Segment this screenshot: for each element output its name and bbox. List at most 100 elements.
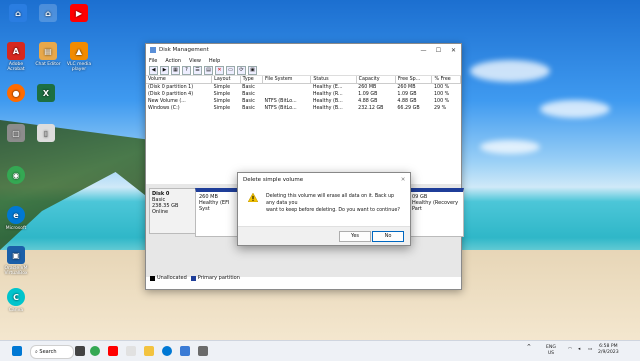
- properties-icon[interactable]: ▤: [204, 65, 213, 75]
- partition-status: Healthy (Recovery Part: [412, 200, 459, 212]
- cell: Basic: [242, 92, 255, 97]
- chrome-taskbar-icon[interactable]: [90, 346, 100, 356]
- start-icon[interactable]: [12, 346, 22, 356]
- desktop-icon-acrobat[interactable]: A Adobe Acrobat: [0, 42, 32, 72]
- cell: 100 %: [433, 85, 450, 90]
- firefox-icon: ●: [7, 84, 25, 102]
- table-row[interactable]: New Volume (... Simple Basic NTFS (BitLo...…: [146, 98, 461, 105]
- dialog-message-line-1: Deleting this volume will erase all data…: [266, 194, 395, 206]
- minimize-button[interactable]: —: [416, 47, 431, 54]
- menu-help[interactable]: Help: [209, 58, 220, 64]
- disk-management-icon: [150, 47, 156, 53]
- col-free[interactable]: Free Sp...: [395, 76, 433, 84]
- desktop-icon-chat-editor[interactable]: ▤ Chat Editor: [32, 42, 64, 67]
- legend: Unallocated Primary partition: [150, 275, 240, 281]
- col-status[interactable]: Status: [310, 76, 357, 84]
- disk-status: Online: [152, 209, 169, 215]
- acrobat-icon: A: [7, 42, 25, 60]
- dialog-close-icon[interactable]: ✕: [396, 177, 410, 183]
- cell: 66.29 GB: [397, 106, 420, 111]
- menu-action[interactable]: Action: [165, 58, 181, 64]
- folder-icon[interactable]: ▭: [226, 65, 235, 75]
- menu-file[interactable]: File: [149, 58, 157, 64]
- task-view-icon[interactable]: [75, 346, 85, 356]
- desktop-icon-firefox[interactable]: ●: [0, 84, 32, 104]
- cell: [263, 84, 311, 92]
- desktop-icons: ⌂ ⌂ ▶ A Adobe Acrobat ▤ Chat Editor ▲ VLC m…: [0, 0, 100, 340]
- yes-button[interactable]: Yes: [339, 231, 371, 242]
- delete-icon[interactable]: ✕: [215, 65, 224, 75]
- language-indicator[interactable]: ENG US: [546, 345, 556, 357]
- list-icon[interactable]: ☰: [193, 65, 202, 75]
- no-button[interactable]: No: [372, 231, 404, 242]
- desktop-icon-vlc[interactable]: ▲ VLC media player: [63, 42, 95, 72]
- cell: Simple: [213, 92, 231, 97]
- close-button[interactable]: ✕: [446, 47, 461, 54]
- col-type[interactable]: Type: [240, 76, 264, 84]
- cell: 29 %: [433, 106, 447, 111]
- cell: (Disk 0 partition 4): [148, 92, 194, 97]
- desktop-icon-canva[interactable]: C Canva: [0, 288, 32, 313]
- desktop-icon-edge[interactable]: e Microsoft: [0, 206, 32, 231]
- disk-icon[interactable]: ▣: [248, 65, 257, 75]
- edge-icon: e: [7, 206, 25, 224]
- chrome-icon: ◉: [7, 166, 25, 184]
- virtualbox-icon: ▣: [7, 246, 25, 264]
- legend-primary: Primary partition: [197, 275, 240, 281]
- desktop-icon-virtualbox[interactable]: ▣ Oracle VM VirtualBox: [0, 246, 32, 276]
- maximize-button[interactable]: ☐: [431, 47, 446, 54]
- app-taskbar-icon[interactable]: [126, 346, 136, 356]
- console-icon[interactable]: ▦: [171, 65, 180, 75]
- recycle-bin-icon: ⌂: [9, 4, 27, 22]
- dialog-footer: Yes No: [238, 226, 410, 245]
- home-icon: ⌂: [39, 4, 57, 22]
- cell: 1.09 GB: [358, 92, 378, 97]
- cell: Windows (C:): [148, 106, 180, 111]
- table-row[interactable]: Windows (C:) Simple Basic NTFS (BitLo... Hea…: [146, 105, 461, 112]
- youtube-icon: ▶: [70, 4, 88, 22]
- desktop-icon-recycle[interactable]: ⌂: [2, 4, 34, 24]
- col-volume[interactable]: Volume: [146, 76, 213, 84]
- col-percent-free[interactable]: % Free: [431, 76, 461, 84]
- clock[interactable]: 6:58 PM 2/9/2023: [598, 344, 619, 356]
- desktop-icon-youtube[interactable]: ▶: [63, 4, 95, 24]
- col-layout[interactable]: Layout: [211, 76, 241, 84]
- dialog-message: Deleting this volume will erase all data…: [266, 193, 402, 214]
- partition-recovery[interactable]: 09 GB Healthy (Recovery Part: [408, 188, 464, 237]
- edge-taskbar-icon[interactable]: [162, 346, 172, 356]
- taskbar-search[interactable]: ⌕ Search: [30, 345, 74, 359]
- file-explorer-icon[interactable]: [144, 346, 154, 356]
- desktop-icon-home[interactable]: ⌂: [32, 4, 64, 24]
- disk-management-taskbar-icon[interactable]: [198, 346, 208, 356]
- partition-efi[interactable]: 260 MB Healthy (EFI Syst: [195, 188, 243, 237]
- desktop-icon-app[interactable]: ▢: [0, 124, 32, 144]
- col-filesystem[interactable]: File System: [262, 76, 312, 84]
- window-titlebar[interactable]: Disk Management — ☐ ✕: [146, 44, 461, 56]
- forward-icon[interactable]: ▶: [160, 65, 169, 75]
- cell: 232.12 GB: [358, 106, 384, 111]
- battery-icon[interactable]: ▭: [588, 347, 592, 353]
- desktop-icon-chrome[interactable]: ◉: [0, 166, 32, 186]
- cell: 100 %: [433, 99, 450, 104]
- region-code: US: [547, 351, 555, 356]
- excel-icon: X: [37, 84, 55, 102]
- back-icon[interactable]: ◀: [149, 65, 158, 75]
- disk-0-label[interactable]: Disk 0 Basic 238.35 GB Online: [149, 188, 199, 234]
- menu-view[interactable]: View: [189, 58, 201, 64]
- desktop-icon-excel[interactable]: X: [30, 84, 62, 104]
- chevron-up-icon[interactable]: ⌃: [526, 344, 532, 351]
- rescan-icon[interactable]: ⟳: [237, 65, 246, 75]
- cell: (Disk 0 partition 1): [148, 85, 194, 90]
- cell: [263, 91, 311, 98]
- wifi-icon[interactable]: ◠: [568, 347, 572, 353]
- dialog-titlebar[interactable]: Delete simple volume ✕: [238, 173, 410, 187]
- col-capacity[interactable]: Capacity: [356, 76, 396, 84]
- table-row[interactable]: (Disk 0 partition 1) Simple Basic Healthy (…: [146, 84, 461, 92]
- cell: Healthy (B...: [312, 106, 343, 111]
- table-row[interactable]: (Disk 0 partition 4) Simple Basic Healthy (…: [146, 91, 461, 98]
- desktop-icon-file[interactable]: ▯: [30, 124, 62, 144]
- store-taskbar-icon[interactable]: [180, 346, 190, 356]
- help-icon[interactable]: ?: [182, 65, 191, 75]
- volume-icon[interactable]: ◂: [578, 347, 580, 353]
- youtube-taskbar-icon[interactable]: [108, 346, 118, 356]
